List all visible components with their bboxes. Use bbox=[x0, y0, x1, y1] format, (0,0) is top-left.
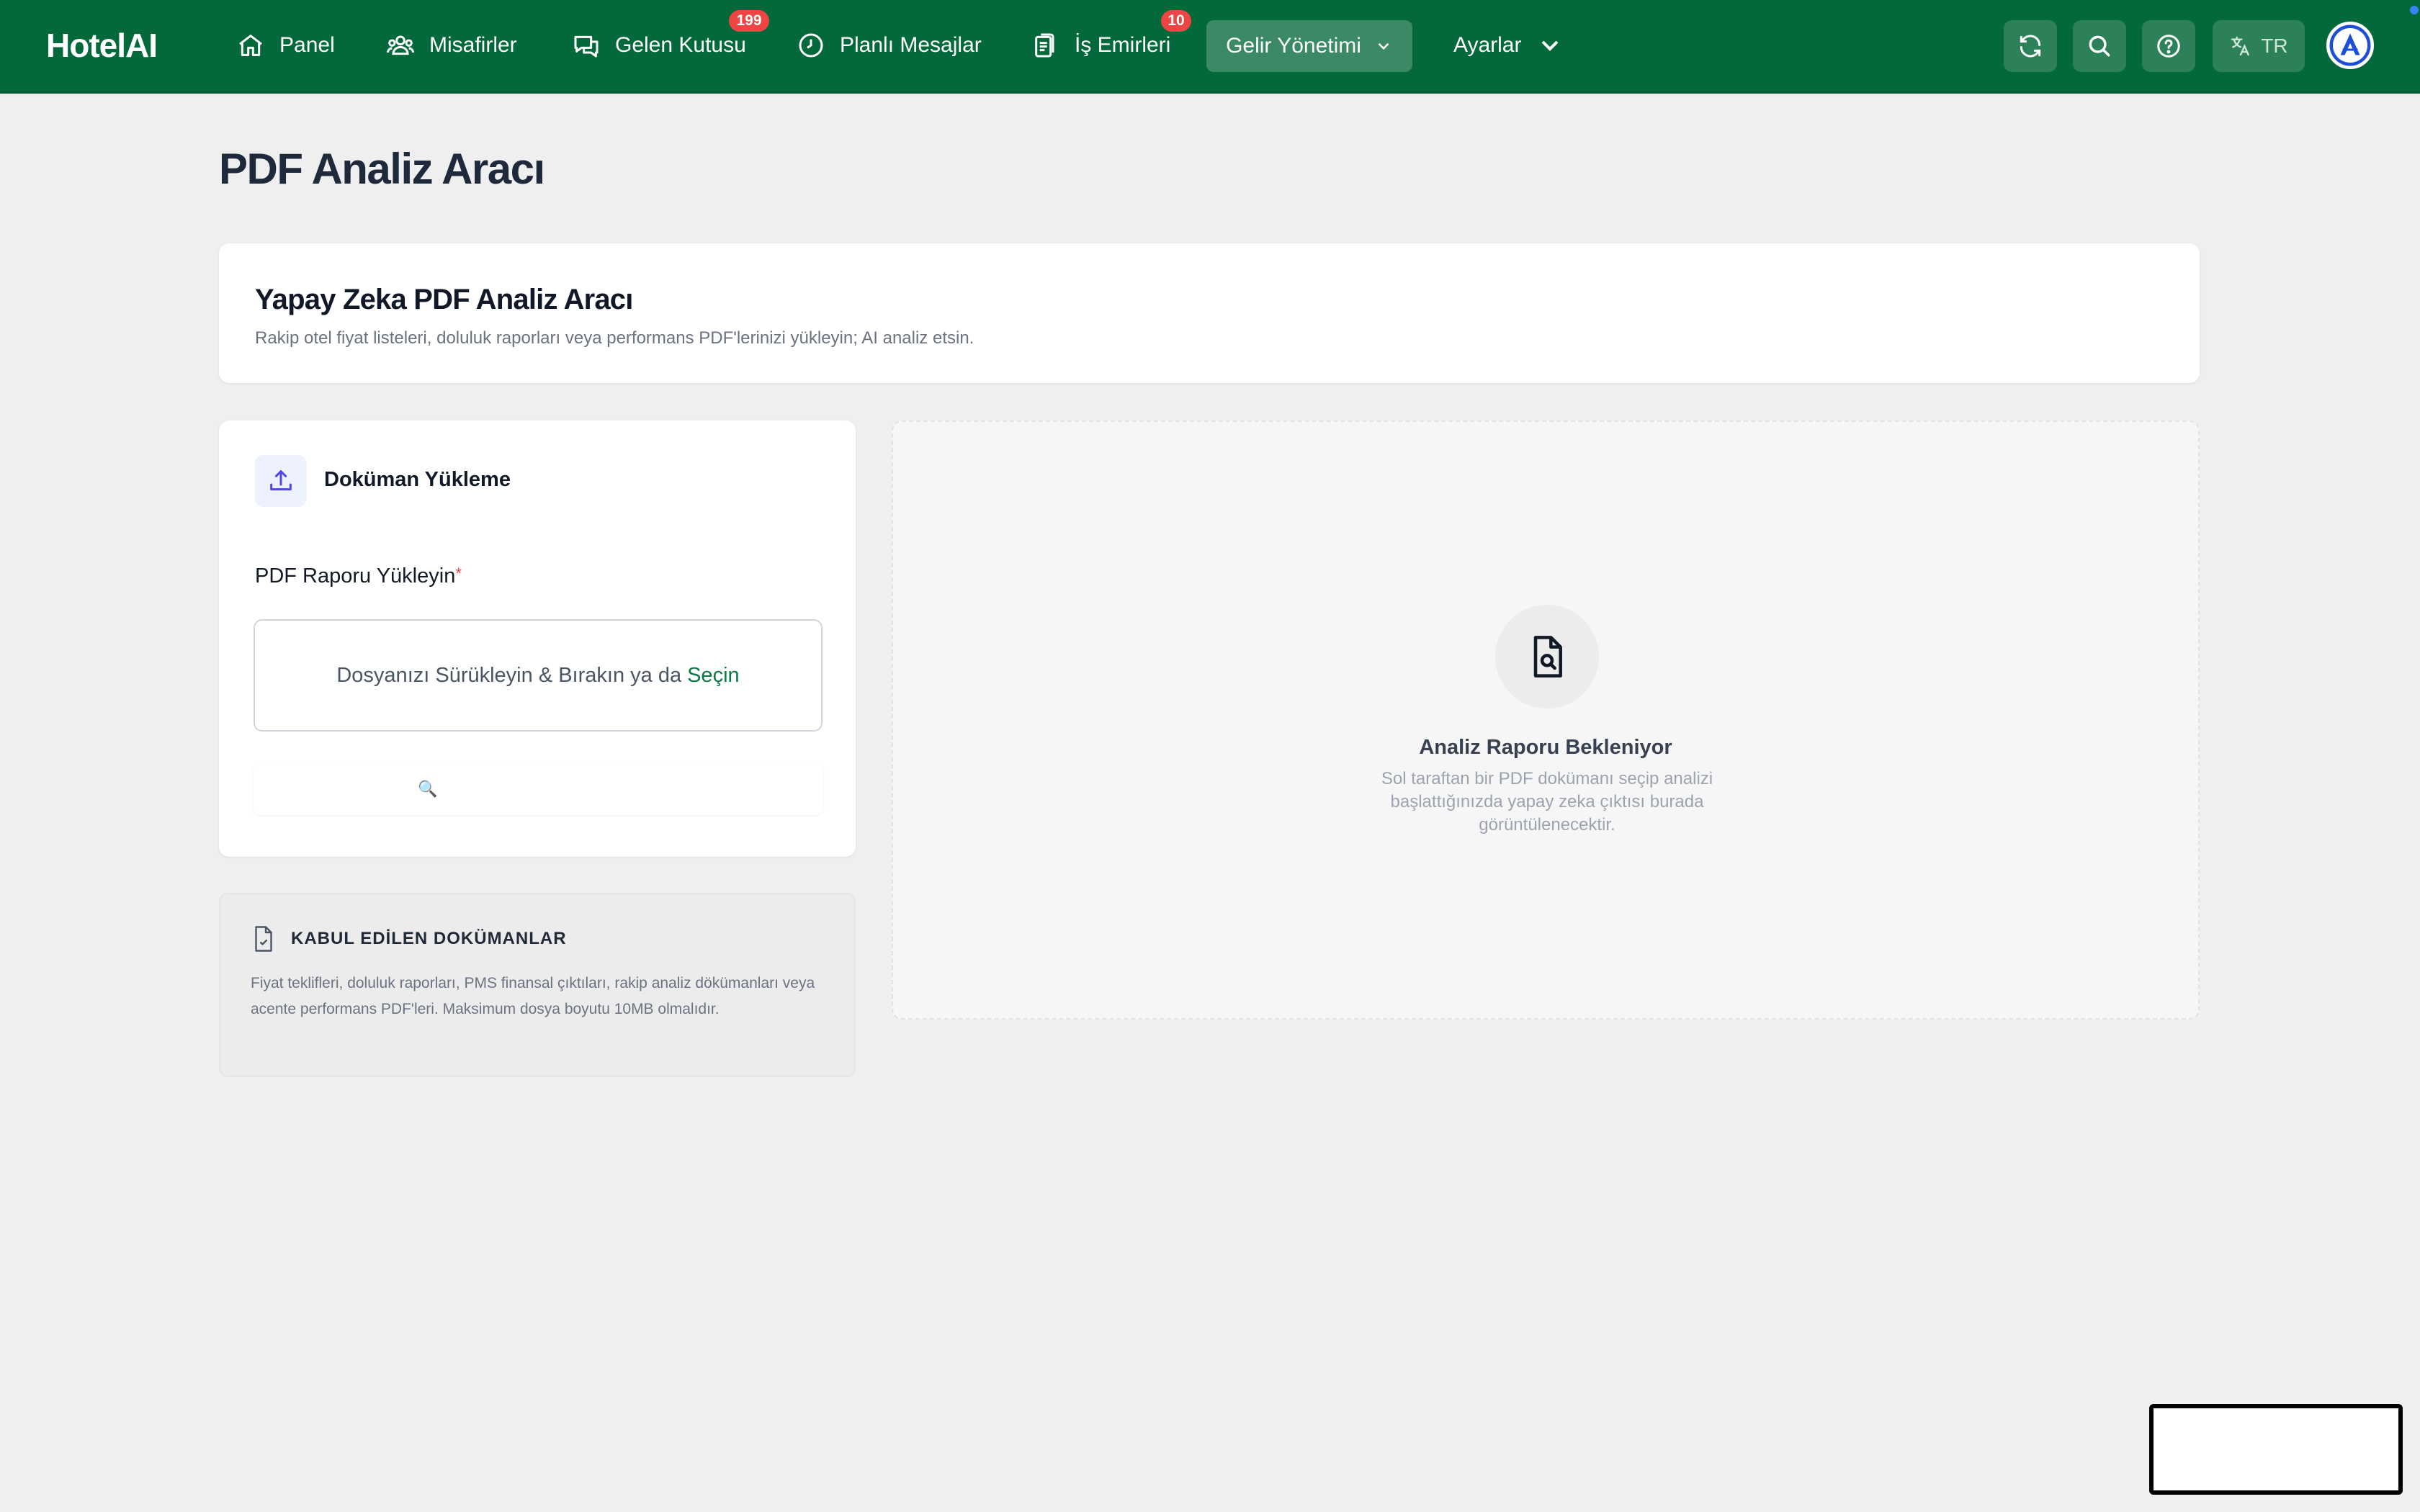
refresh-button[interactable] bbox=[2004, 20, 2057, 72]
upload-icon-box bbox=[255, 455, 307, 507]
work-orders-count-badge: 10 bbox=[1161, 10, 1191, 32]
nav-settings-label: Ayarlar bbox=[1453, 33, 1522, 57]
page-title: PDF Analiz Aracı bbox=[219, 145, 545, 193]
nav-panel[interactable]: Panel bbox=[236, 0, 335, 91]
nav-revenue-management-dropdown[interactable]: Gelir Yönetimi bbox=[1206, 20, 1412, 72]
users-icon bbox=[387, 35, 414, 55]
pdf-upload-label-text: PDF Raporu Yükleyin bbox=[255, 564, 456, 588]
home-icon bbox=[239, 35, 262, 56]
clipboard-icon bbox=[1035, 33, 1054, 58]
select-file-link[interactable]: Seçin bbox=[687, 664, 740, 688]
nav-inbox-label: Gelen Kutusu bbox=[615, 33, 746, 57]
document-check-icon bbox=[255, 926, 272, 952]
nav-settings-dropdown[interactable]: Ayarlar bbox=[1453, 0, 1564, 91]
nav-guests[interactable]: Misafirler bbox=[386, 0, 517, 91]
help-button[interactable] bbox=[2142, 20, 2195, 72]
nav-guests-label: Misafirler bbox=[429, 33, 517, 57]
clock-icon bbox=[799, 33, 823, 58]
refresh-icon bbox=[2020, 35, 2041, 58]
search-button[interactable] bbox=[2073, 20, 2126, 72]
user-avatar[interactable] bbox=[2326, 22, 2374, 69]
translate-icon bbox=[2231, 36, 2250, 56]
analyze-button[interactable]: 🔍 bbox=[254, 763, 823, 815]
intro-card-title: Yapay Zeka PDF Analiz Aracı bbox=[255, 284, 633, 315]
upload-icon bbox=[270, 470, 292, 491]
accepted-documents-title: KABUL EDİLEN DOKÜMANLAR bbox=[291, 929, 567, 948]
chat-icon bbox=[574, 35, 599, 58]
required-asterisk: * bbox=[455, 564, 462, 582]
file-dropzone[interactable]: Dosyanızı Sürükleyin & Bırakın ya da Seç… bbox=[254, 619, 823, 732]
brand-logo[interactable]: HotelAI bbox=[46, 0, 158, 91]
analysis-waiting-title: Analiz Raporu Bekleniyor bbox=[1419, 736, 1672, 759]
upload-card-heading: Doküman Yükleme bbox=[324, 468, 511, 491]
nav-scheduled-messages[interactable]: Planlı Mesajlar bbox=[797, 0, 982, 91]
magnifier-icon: 🔍 bbox=[418, 780, 438, 798]
dropzone-text: Dosyanızı Sürükleyin & Bırakın ya da bbox=[336, 663, 682, 687]
accepted-documents-text: Fiyat teklifleri, doluluk raporları, PMS… bbox=[251, 975, 815, 1017]
nav-panel-label: Panel bbox=[279, 33, 335, 57]
language-label: TR bbox=[2261, 35, 2288, 57]
search-icon bbox=[2089, 35, 2110, 57]
pdf-upload-label: PDF Raporu Yükleyin* bbox=[255, 564, 462, 588]
result-icon-circle bbox=[1495, 605, 1599, 708]
avatar-logo-icon bbox=[2329, 24, 2371, 66]
chevron-down-icon bbox=[1378, 42, 1389, 50]
nav-scheduled-label: Planlı Mesajlar bbox=[840, 33, 982, 57]
chevron-down-icon bbox=[1542, 40, 1559, 51]
file-search-icon bbox=[1533, 636, 1562, 678]
accepted-documents-info: KABUL EDİLEN DOKÜMANLAR Fiyat teklifleri… bbox=[219, 893, 856, 1077]
intro-card: Yapay Zeka PDF Analiz Aracı Rakip otel f… bbox=[219, 243, 2200, 383]
document-upload-card: Doküman Yükleme PDF Raporu Yükleyin* Dos… bbox=[219, 420, 856, 857]
nav-inbox[interactable]: Gelen Kutusu bbox=[572, 0, 746, 91]
nav-work-orders-label: İş Emirleri bbox=[1075, 33, 1171, 57]
intro-card-subtitle: Rakip otel fiyat listeleri, doluluk rapo… bbox=[255, 328, 974, 348]
notification-dot bbox=[2410, 6, 2419, 14]
top-navbar: HotelAI Panel Misafirler Gelen Kutusu 19… bbox=[0, 0, 2420, 94]
analysis-waiting-text: Sol taraftan bir PDF dokümanı seçip anal… bbox=[1381, 769, 1713, 834]
language-selector[interactable]: TR bbox=[2213, 20, 2305, 72]
help-icon bbox=[2157, 35, 2180, 58]
analysis-result-panel: Analiz Raporu Bekleniyor Sol taraftan bi… bbox=[892, 420, 2200, 1020]
floating-widget[interactable] bbox=[2149, 1404, 2403, 1495]
inbox-count-badge: 199 bbox=[729, 10, 769, 32]
nav-revenue-label: Gelir Yönetimi bbox=[1226, 34, 1361, 58]
nav-work-orders[interactable]: İş Emirleri bbox=[1031, 0, 1170, 91]
